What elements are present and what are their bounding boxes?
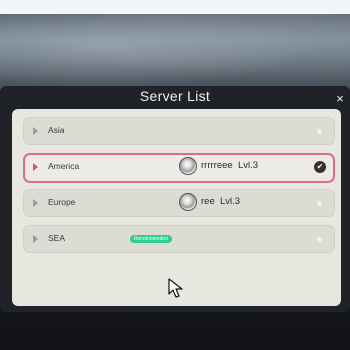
server-row-america[interactable]: America rrrrreee Lvl.3 ✔: [23, 153, 335, 183]
character-avatar: [179, 157, 197, 175]
character-avatar: [179, 193, 197, 211]
server-row-sea[interactable]: SEA Recommended: [23, 225, 335, 253]
server-name: America: [48, 161, 80, 171]
background-scene: [0, 14, 350, 94]
dialog-title: Server List: [139, 88, 211, 104]
mouse-cursor-icon: [168, 278, 183, 298]
close-button[interactable]: ×: [333, 92, 347, 106]
character-name: rrrrreee: [201, 160, 233, 171]
selected-check-icon: ✔: [314, 161, 326, 173]
arrow-marker-icon: [33, 127, 38, 135]
server-name: SEA: [48, 233, 66, 243]
arrow-marker-icon: [33, 163, 38, 171]
server-row-europe[interactable]: Europe ree Lvl.3: [23, 189, 335, 217]
status-dot-icon: [317, 237, 322, 242]
recommended-badge: Recommended: [130, 235, 172, 243]
status-dot-icon: [317, 201, 322, 206]
character-level: Lvl.3: [237, 160, 259, 171]
server-row-asia[interactable]: Asia: [23, 117, 335, 145]
server-name: Asia: [48, 125, 65, 135]
arrow-marker-icon: [33, 199, 38, 207]
status-dot-icon: [317, 129, 322, 134]
server-name: Europe: [48, 197, 76, 207]
character-level: Lvl.3: [220, 196, 241, 207]
arrow-marker-icon: [33, 235, 38, 243]
character-name: ree: [201, 196, 215, 207]
